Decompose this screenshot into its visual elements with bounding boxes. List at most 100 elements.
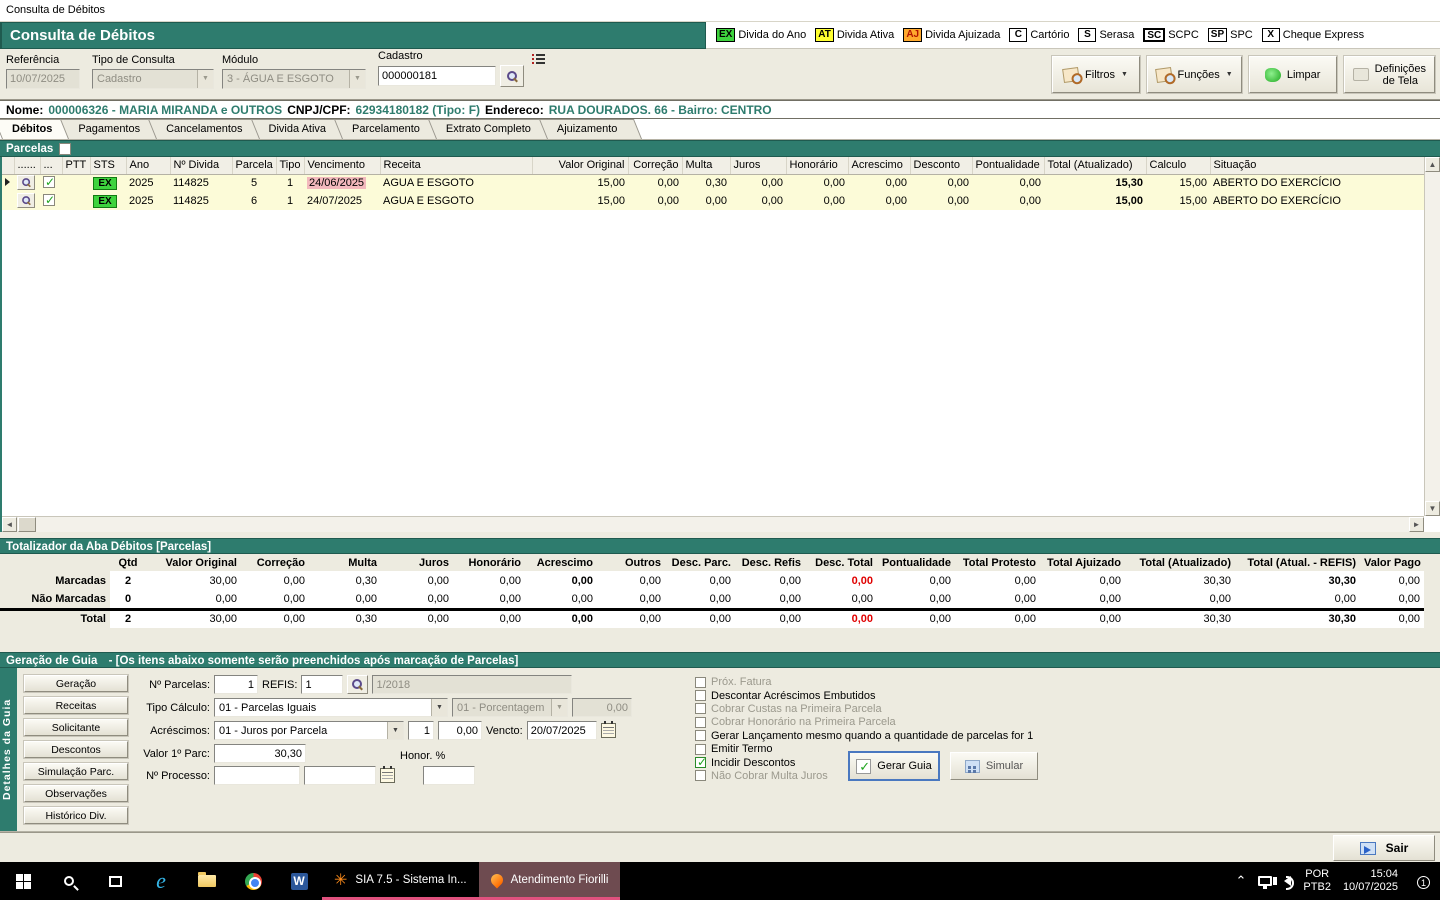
guia-side-button[interactable]: Receitas [24,697,128,714]
word-button[interactable]: W [276,862,322,900]
chevron-down-icon[interactable]: ▼ [349,70,365,88]
col-header[interactable]: Situação [1210,157,1426,174]
col-header[interactable]: Juros [730,157,786,174]
vencto-input[interactable] [527,721,597,740]
horizontal-scrollbar[interactable]: ◄ ► [2,516,1424,532]
internet-explorer-button[interactable]: e [138,862,184,900]
honor-input[interactable] [423,766,475,785]
cadastro-list-icon[interactable] [532,52,545,64]
filtros-button[interactable]: Filtros ▼ [1052,56,1140,93]
scroll-right-icon[interactable]: ► [1409,517,1424,532]
guia-side-button[interactable]: Observações [24,785,128,802]
checkbox-icon[interactable] [695,744,706,755]
row-detail-button[interactable] [17,175,35,190]
num-processo-input[interactable] [214,766,300,785]
col-header[interactable]: STS [90,157,126,174]
col-header[interactable]: Correção [628,157,682,174]
guia-checkbox[interactable]: Cobrar Custas na Primeira Parcela [695,703,1033,715]
scroll-left-icon[interactable]: ◄ [2,517,17,532]
col-header[interactable]: ... [40,157,62,174]
col-header[interactable]: Receita [380,157,532,174]
detalhes-guia-vertical-tab[interactable]: Detalhes da Guia [0,668,17,831]
checkbox-icon[interactable] [695,677,706,688]
language-indicator[interactable]: POR PTB2 [1303,868,1331,894]
gerar-guia-button[interactable]: Gerar Guia [848,751,940,781]
vertical-scrollbar[interactable]: ▲ ▼ [1424,157,1440,516]
clock[interactable]: 15:04 10/07/2025 [1343,868,1398,894]
taskbar-app-sia[interactable]: ✳ SIA 7.5 - Sistema In... [322,862,479,900]
start-button[interactable] [0,862,46,900]
simular-button[interactable]: Simular [950,752,1038,780]
parcelas-select-all-checkbox[interactable] [59,143,71,155]
guia-side-button[interactable]: Histórico Div. [24,807,128,824]
guia-side-button[interactable]: Solicitante [24,719,128,736]
modulo-select[interactable]: 3 - ÁGUA E ESGOTO ▼ [222,69,366,89]
table-row[interactable]: EX 2025 114825 6 1 24/07/2025 AGUA E ESG… [2,192,1426,210]
chevron-down-icon[interactable]: ▼ [387,722,403,739]
scroll-up-icon[interactable]: ▲ [1425,157,1440,172]
guia-side-button[interactable]: Simulação Parc. [24,763,128,780]
chevron-down-icon[interactable]: ▼ [551,699,567,716]
tab-item[interactable]: Cancelamentos [156,119,266,139]
cadastro-search-button[interactable] [500,65,524,87]
taskbar-app-atendimento[interactable]: Atendimento Fiorilli [479,862,621,900]
checkbox-icon[interactable] [695,717,706,728]
valor-primeira-parcela-input[interactable] [214,744,306,763]
col-header[interactable]: Total (Atualizado) [1044,157,1146,174]
guia-checkbox[interactable]: Cobrar Honorário na Primeira Parcela [695,716,1033,728]
col-header[interactable]: PTT [62,157,90,174]
col-header[interactable]: Parcela [232,157,276,174]
network-icon[interactable] [1258,876,1272,886]
calendar-icon[interactable] [601,723,616,738]
col-header[interactable]: Valor Original [532,157,628,174]
row-detail-button[interactable] [17,193,35,208]
file-explorer-button[interactable] [184,862,230,900]
acrescimos-n-input[interactable] [408,721,434,740]
num-parcelas-input[interactable] [214,675,258,694]
chevron-down-icon[interactable]: ▼ [431,699,447,716]
tab-item[interactable]: Extrato Completo [436,119,555,139]
refis-search-button[interactable] [347,675,368,694]
checkbox-icon[interactable] [695,730,706,741]
tray-chevron-icon[interactable]: ⌃ [1236,873,1247,889]
porcentagem-valor-field[interactable] [572,698,632,717]
chevron-down-icon[interactable]: ▼ [197,70,213,88]
checkbox-icon[interactable] [695,703,706,714]
col-header[interactable]: Ano [126,157,170,174]
col-header[interactable]: Desconto [910,157,972,174]
processo-data-input[interactable] [304,766,376,785]
calendar-icon[interactable] [380,768,395,783]
taskbar-search-button[interactable] [46,862,92,900]
definicoes-tela-button[interactable]: Definições de Tela [1344,56,1435,93]
col-header[interactable]: Honorário [786,157,848,174]
acrescimos-select[interactable]: 01 - Juros por Parcela ▼ [214,721,404,740]
col-header[interactable]: Calculo [1146,157,1210,174]
tipo-consulta-select[interactable]: Cadastro ▼ [92,69,214,89]
table-row[interactable]: EX 2025 114825 5 1 24/06/2025 AGUA E ESG… [2,174,1426,192]
tipo-calculo-select[interactable]: 01 - Parcelas Iguais ▼ [214,698,448,717]
referencia-field[interactable] [6,69,80,89]
tab-item[interactable]: Ajuizamento [547,119,642,139]
col-header[interactable]: Tipo [276,157,304,174]
guia-checkbox[interactable]: Descontar Acréscimos Embutidos [695,689,1033,701]
chrome-button[interactable] [230,862,276,900]
funcoes-button[interactable]: Funções ▼ [1147,56,1242,93]
refis-ref-field[interactable] [372,675,572,694]
guia-side-button[interactable]: Descontos [24,741,128,758]
guia-checkbox[interactable]: Próx. Fatura [695,676,1033,688]
col-header[interactable]: Multa [682,157,730,174]
scrollbar-thumb[interactable] [18,517,36,532]
notification-center-button[interactable]: 1 [1410,871,1432,891]
scroll-down-icon[interactable]: ▼ [1425,501,1440,516]
col-header[interactable]: Pontualidade [972,157,1044,174]
porcentagem-select[interactable]: 01 - Porcentagem ▼ [452,698,568,717]
checkbox-icon[interactable] [695,770,706,781]
cadastro-input[interactable] [378,66,496,86]
speaker-icon[interactable] [1284,876,1291,886]
guia-checkbox[interactable]: Gerar Lançamento mesmo quando a quantida… [695,730,1033,742]
limpar-button[interactable]: Limpar [1249,56,1337,93]
col-header[interactable]: Acrescimo [848,157,910,174]
sair-button[interactable]: Sair [1333,835,1435,861]
row-checkbox[interactable] [43,176,55,188]
task-view-button[interactable] [92,862,138,900]
